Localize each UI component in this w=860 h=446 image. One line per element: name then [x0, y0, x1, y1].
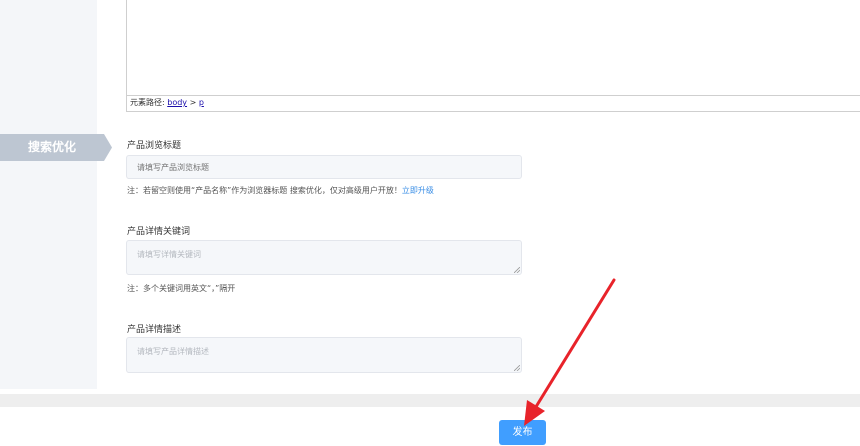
resize-grip-icon[interactable] [514, 267, 520, 273]
keywords-label: 产品详情关键词 [127, 227, 191, 237]
element-path-label: 元素路径: [130, 98, 165, 107]
description-textarea[interactable]: 请填写产品详情描述 [126, 337, 522, 373]
element-path-p-link[interactable]: p [199, 98, 204, 107]
footer-divider-band [0, 394, 860, 407]
product-edit-page: 元素路径: body > p 搜索优化 产品浏览标题 注：若留空则使用“产品名称… [0, 0, 860, 446]
browse-title-label: 产品浏览标题 [127, 141, 182, 151]
resize-grip-icon[interactable] [514, 365, 520, 371]
editor-element-path: 元素路径: body > p [127, 95, 860, 111]
publish-button[interactable]: 发布 [499, 420, 546, 445]
element-path-separator: > [189, 98, 197, 107]
section-tab-label: 搜索优化 [27, 140, 76, 154]
browse-title-note-text: 注：若留空则使用“产品名称”作为浏览器标题 搜索优化，仅对高级用户开放！ [127, 186, 402, 195]
browse-title-note: 注：若留空则使用“产品名称”作为浏览器标题 搜索优化，仅对高级用户开放！立即升级 [127, 185, 434, 196]
left-sidebar-column [0, 0, 97, 389]
description-label: 产品详情描述 [127, 325, 182, 335]
description-placeholder: 请填写产品详情描述 [137, 347, 209, 356]
element-path-body-link[interactable]: body [167, 98, 187, 107]
browse-title-input[interactable] [126, 155, 522, 179]
keywords-placeholder: 请填写详情关键词 [137, 250, 201, 259]
keywords-textarea[interactable]: 请填写详情关键词 [126, 240, 522, 275]
upgrade-link[interactable]: 立即升级 [402, 186, 434, 195]
keywords-note: 注：多个关键词用英文“，”隔开 [127, 284, 236, 293]
rich-text-editor[interactable]: 元素路径: body > p [126, 0, 860, 112]
section-tab-seo: 搜索优化 [0, 134, 112, 161]
